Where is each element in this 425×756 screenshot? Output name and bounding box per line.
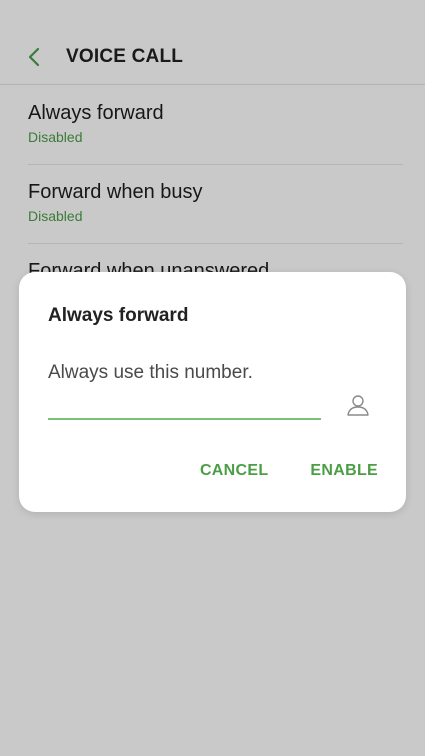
voice-call-screen: 100% 10:00 VOICE CALL Always forward Dis… [0,0,425,756]
always-forward-dialog: Always forward Always use this number. C… [19,272,406,512]
cancel-button[interactable]: CANCEL [200,462,268,480]
contact-person-icon[interactable] [345,392,371,418]
phone-number-input[interactable] [48,390,321,420]
dialog-actions: CANCEL ENABLE [200,462,378,480]
dialog-title: Always forward [48,305,189,326]
enable-button[interactable]: ENABLE [310,462,378,480]
dialog-message: Always use this number. [48,362,253,383]
